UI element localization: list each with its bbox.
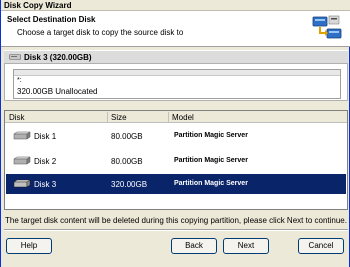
table-header: Disk Size Model xyxy=(5,111,347,123)
cancel-button[interactable]: Cancel xyxy=(298,238,344,254)
page-title: Select Destination Disk xyxy=(7,15,96,24)
hard-disk-icon xyxy=(9,54,21,60)
disk-model: Partition Magic Server xyxy=(174,180,248,187)
column-header-model[interactable]: Model xyxy=(172,113,194,122)
column-header-size[interactable]: Size xyxy=(111,113,127,122)
column-header-disk[interactable]: Disk xyxy=(9,113,25,122)
partition-usage-strip xyxy=(14,70,340,76)
disk-size: 80.00GB xyxy=(111,157,143,166)
disk-size: 320.00GB xyxy=(111,180,148,189)
hard-disk-icon xyxy=(13,156,31,165)
disk-model: Partition Magic Server xyxy=(174,157,248,164)
column-separator[interactable] xyxy=(168,112,169,122)
warning-hint: The target disk content will be deleted … xyxy=(5,216,347,225)
title-bar[interactable]: Disk Copy Wizard xyxy=(1,0,350,11)
partition-map: *: 320.00GB Unallocated xyxy=(4,63,348,101)
selected-disk-label: Disk 3 (320.00GB) xyxy=(24,53,92,62)
back-button[interactable]: Back xyxy=(171,238,217,254)
hard-disk-icon xyxy=(13,131,31,140)
dialog-window: Disk Copy Wizard Select Destination Disk… xyxy=(0,0,350,267)
table-row[interactable]: Disk 1 80.00GB Partition Magic Server xyxy=(6,126,346,146)
unallocated-partition[interactable]: *: 320.00GB Unallocated xyxy=(13,69,341,99)
table-row[interactable]: Disk 2 80.00GB Partition Magic Server xyxy=(6,151,346,171)
selected-disk-bar: Disk 3 (320.00GB) xyxy=(4,50,348,63)
disk-model: Partition Magic Server xyxy=(174,132,248,139)
disk-name: Disk 1 xyxy=(34,132,57,141)
disk-name: Disk 3 xyxy=(34,180,57,189)
disk-table: Disk Size Model Disk 1 80.00GB Partition… xyxy=(4,110,348,210)
button-divider xyxy=(4,229,348,231)
table-row-selected[interactable]: Disk 3 320.00GB Partition Magic Server xyxy=(6,174,346,194)
disk-size: 80.00GB xyxy=(111,132,143,141)
help-button[interactable]: Help xyxy=(6,238,52,254)
next-button[interactable]: Next xyxy=(223,238,269,254)
column-separator[interactable] xyxy=(107,112,108,122)
wizard-header: Select Destination Disk Choose a target … xyxy=(1,11,350,47)
partition-description: 320.00GB Unallocated xyxy=(17,87,98,96)
hard-disk-icon xyxy=(13,179,31,188)
disk-copy-wizard-icon xyxy=(312,15,342,39)
disk-name: Disk 2 xyxy=(34,157,57,166)
partition-marker: *: xyxy=(17,77,22,84)
window-title: Disk Copy Wizard xyxy=(4,1,72,10)
page-subtitle: Choose a target disk to copy the source … xyxy=(17,28,184,37)
